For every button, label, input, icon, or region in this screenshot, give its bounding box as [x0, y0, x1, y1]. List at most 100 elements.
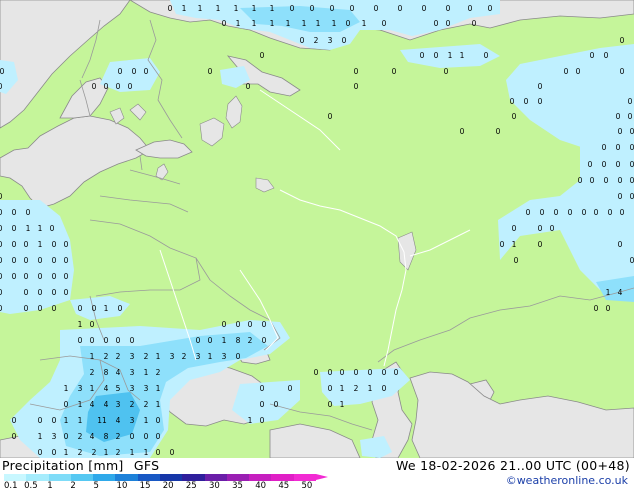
precip-value: 1: [156, 400, 161, 409]
precip-value: 1: [270, 4, 275, 13]
precip-value: 0: [354, 82, 359, 91]
precip-value: 1: [144, 448, 149, 457]
precip-value: 0: [0, 208, 3, 217]
credit-link[interactable]: ©weatheronline.co.uk: [506, 474, 628, 487]
precip-value: 2: [182, 352, 187, 361]
legend-swatch: [115, 474, 138, 481]
precip-value: 0: [616, 143, 621, 152]
legend-swatch: [93, 474, 116, 481]
precip-value: 3: [222, 352, 227, 361]
precip-value: 0: [606, 304, 611, 313]
precip-value: 1: [234, 4, 239, 13]
precip-value: 0: [12, 272, 17, 281]
precip-value: 0: [630, 127, 634, 136]
precip-value: 0: [38, 304, 43, 313]
precip-value: 2: [78, 448, 83, 457]
precip-value: 0: [260, 400, 265, 409]
precip-value: 3: [116, 400, 121, 409]
precip-value: 1: [340, 400, 345, 409]
precip-value: 0: [0, 82, 3, 91]
precip-value: 11: [97, 416, 107, 425]
precip-value: 0: [354, 67, 359, 76]
precip-value: 0: [398, 4, 403, 13]
precip-value: 0: [620, 67, 625, 76]
precip-value: 0: [328, 368, 333, 377]
precip-value: 0: [0, 272, 3, 281]
precip-value: 0: [594, 208, 599, 217]
precip-value: 0: [350, 4, 355, 13]
precip-value: 1: [362, 19, 367, 28]
precip-value: 3: [130, 384, 135, 393]
precip-value: 0: [446, 4, 451, 13]
precip-value: 0: [328, 400, 333, 409]
precip-value: 0: [328, 384, 333, 393]
precip-value: 0: [38, 448, 43, 457]
precip-value: 0: [262, 336, 267, 345]
precip-value: 1: [208, 352, 213, 361]
precip-value: 0: [628, 112, 633, 121]
precip-value: 0: [156, 448, 161, 457]
precip-value: 1: [252, 19, 257, 28]
precip-value: 0: [12, 416, 17, 425]
precip-value: 0: [118, 304, 123, 313]
precip-value: 1: [270, 19, 275, 28]
precip-value: 2: [156, 368, 161, 377]
precip-value: 2: [116, 448, 121, 457]
precip-value: 3: [328, 36, 333, 45]
precip-value: 0: [618, 240, 623, 249]
precip-value: 0: [526, 208, 531, 217]
precip-value: 0: [116, 82, 121, 91]
precip-value: 3: [196, 352, 201, 361]
precip-value: 0: [602, 160, 607, 169]
map-title: Precipitation [mm] GFS: [2, 458, 159, 473]
precip-value: 1: [104, 448, 109, 457]
precipitation-map: 0111111000000000001111111010000023000001…: [0, 0, 634, 458]
precip-value: 0: [64, 432, 69, 441]
precip-value: 1: [512, 240, 517, 249]
precip-value: 0: [38, 288, 43, 297]
precip-value: 0: [618, 176, 623, 185]
precip-value: 0: [524, 97, 529, 106]
precip-value: 0: [512, 224, 517, 233]
legend-swatch: [4, 474, 27, 481]
precip-value: 0: [130, 432, 135, 441]
precip-value: 1: [38, 240, 43, 249]
precip-value: 0: [168, 4, 173, 13]
precip-value: 0: [116, 336, 121, 345]
precip-value: 0: [0, 67, 5, 76]
precip-value: 0: [468, 4, 473, 13]
precip-value: 4: [618, 288, 623, 297]
precip-value: 0: [382, 368, 387, 377]
precip-value: 2: [354, 384, 359, 393]
precip-value: 0: [620, 36, 625, 45]
precip-value: 0: [246, 82, 251, 91]
precip-value: 0: [24, 304, 29, 313]
precip-value: 2: [248, 336, 253, 345]
precip-value: 1: [252, 4, 257, 13]
precip-value: 0: [222, 320, 227, 329]
precip-value: 0: [488, 4, 493, 13]
precip-value: 4: [116, 416, 121, 425]
precip-value: 0: [50, 224, 55, 233]
precip-value: 1: [78, 400, 83, 409]
precip-value: 0: [564, 67, 569, 76]
precip-value: 0: [262, 320, 267, 329]
precip-value: 0: [496, 127, 501, 136]
precip-value: 0: [38, 272, 43, 281]
precip-value: 2: [130, 400, 135, 409]
precip-value: 0: [620, 208, 625, 217]
precip-value: 3: [52, 432, 57, 441]
precip-value: 0: [472, 19, 477, 28]
precip-value: 0: [368, 368, 373, 377]
precip-value: 0: [12, 208, 17, 217]
legend-swatch: [226, 474, 250, 481]
precip-value: 1: [448, 51, 453, 60]
precip-value: 0: [12, 224, 17, 233]
precip-value: 0: [236, 352, 241, 361]
precip-value: 2: [144, 400, 149, 409]
precip-value: 2: [90, 368, 95, 377]
precip-value: 0: [52, 256, 57, 265]
precip-value: 1: [302, 19, 307, 28]
precip-value: 2: [78, 432, 83, 441]
precip-value: 0: [630, 256, 634, 265]
